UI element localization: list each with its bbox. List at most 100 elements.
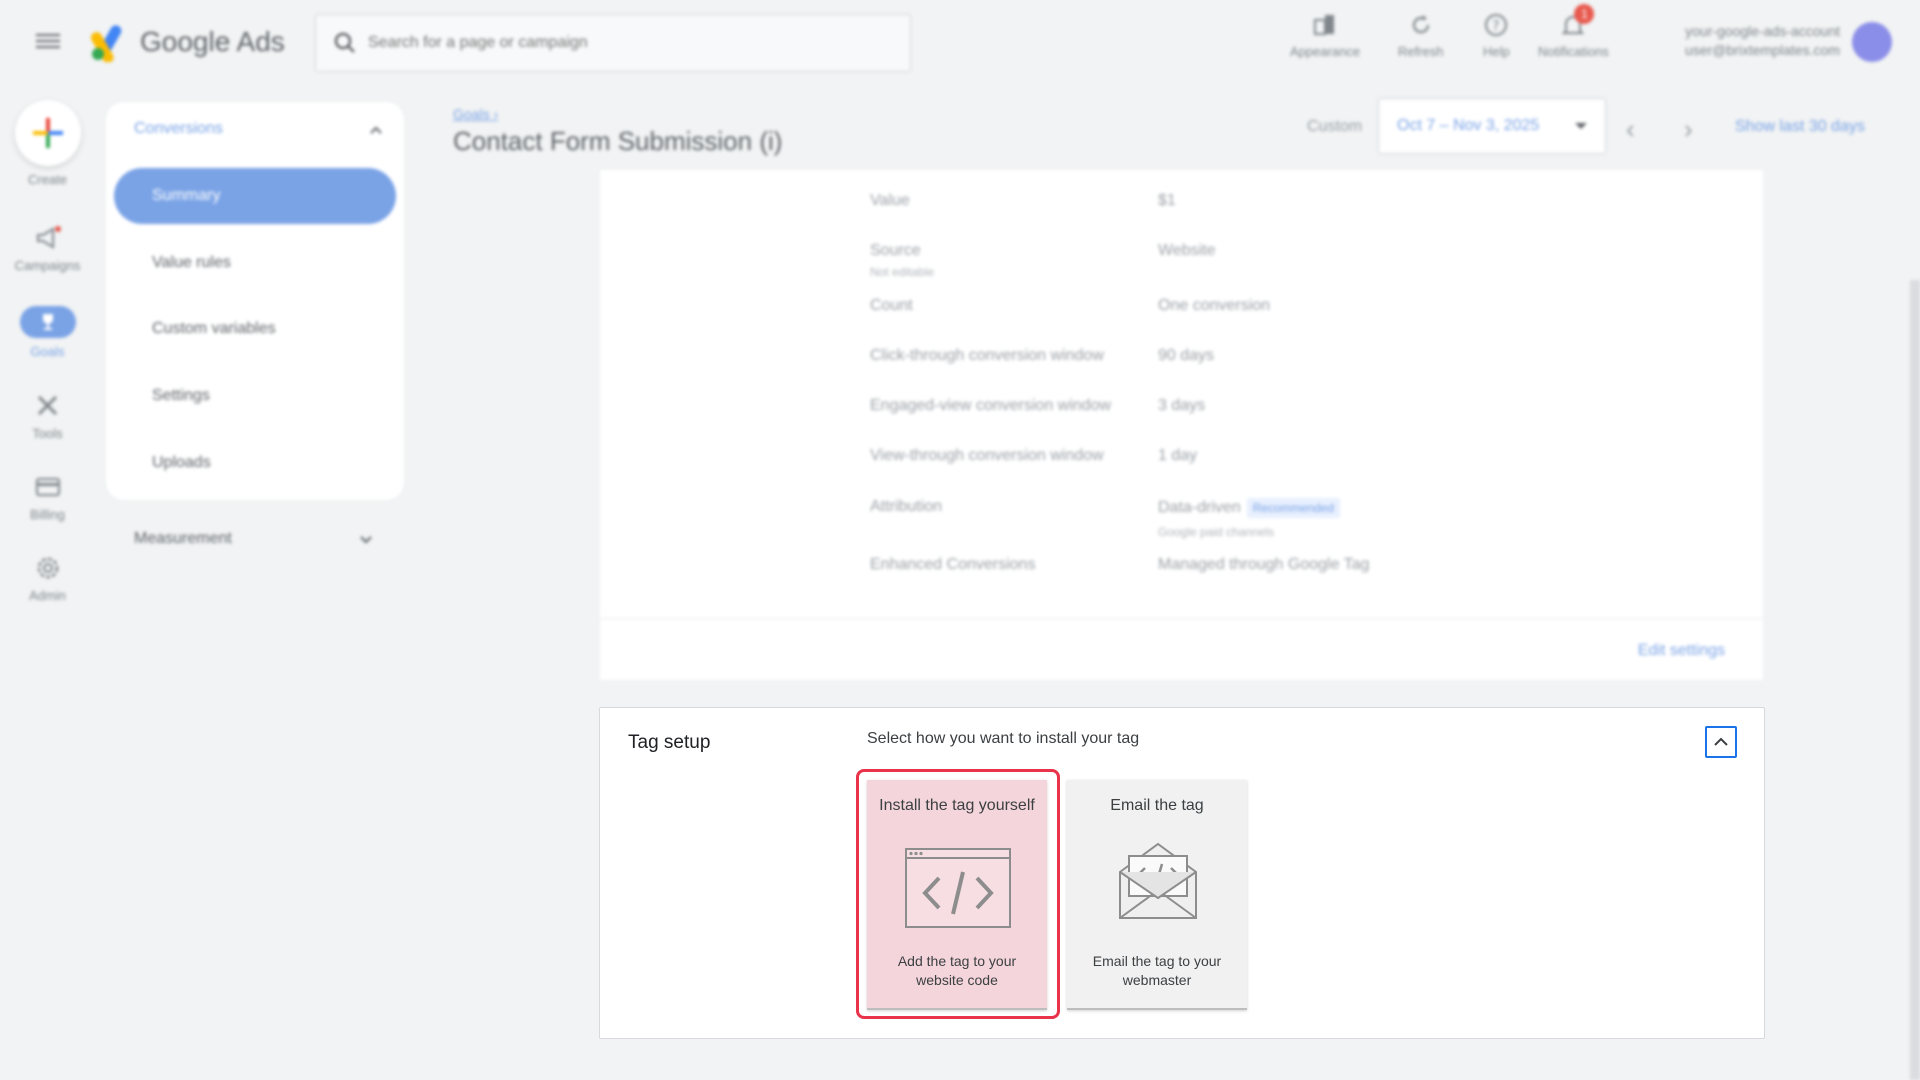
setting-value-value: $1: [1158, 192, 1176, 209]
nav-item-custom-variables[interactable]: Custom variables: [152, 320, 276, 338]
setting-value-source: Website: [1158, 242, 1216, 259]
appearance-button[interactable]: Appearance: [1290, 12, 1360, 59]
bell-icon: 1: [1560, 4, 1595, 38]
help-icon: ?: [1485, 14, 1508, 36]
setting-sub-attribution: Google paid channels: [1158, 525, 1275, 539]
app-name: Google Ads: [140, 26, 285, 57]
rail-label-tools: Tools: [32, 426, 63, 441]
rail-billing[interactable]: Billing: [0, 473, 95, 522]
appearance-icon: [1314, 15, 1335, 35]
page-scrollbar[interactable]: [1910, 280, 1920, 1080]
setting-value-click-through: 90 days: [1158, 347, 1215, 364]
option-email-tag[interactable]: Email the tag Email the tag to your webm…: [1067, 780, 1247, 1010]
setting-value-enhanced: Managed through Google Tag: [1158, 556, 1370, 573]
rail-label-goals: Goals: [30, 344, 65, 359]
date-range-picker[interactable]: Oct 7 – Nov 3, 2025: [1378, 98, 1606, 154]
rail-create[interactable]: Create: [0, 100, 95, 187]
setting-label-count: Count: [870, 297, 913, 314]
nav-section-conversions[interactable]: Conversions: [134, 120, 384, 138]
breadcrumb[interactable]: Goals ›: [453, 106, 498, 122]
search-input[interactable]: [368, 34, 888, 52]
setting-label-value: Value: [870, 192, 910, 209]
tag-setup-title: Tag setup: [628, 732, 711, 753]
google-ads-logo[interactable]: Google Ads: [90, 22, 285, 62]
refresh-icon: [1412, 15, 1429, 34]
tools-icon: [37, 395, 57, 416]
account-name: your-google-ads-account: [1685, 23, 1840, 39]
refresh-label: Refresh: [1398, 44, 1444, 59]
measurement-label: Measurement: [134, 530, 232, 547]
rail-goals[interactable]: Goals: [0, 306, 95, 359]
rail-label-billing: Billing: [30, 507, 65, 522]
collapse-button[interactable]: [1705, 726, 1737, 758]
create-button[interactable]: [14, 100, 81, 166]
setting-label-click-through: Click-through conversion window: [870, 347, 1104, 364]
breadcrumb-goals[interactable]: Goals: [453, 106, 490, 122]
chevron-up-icon: [1714, 737, 1728, 746]
edit-settings-link[interactable]: Edit settings: [1638, 642, 1725, 660]
rail-campaigns[interactable]: Campaigns: [0, 224, 95, 273]
nav-section-measurement[interactable]: Measurement: [134, 530, 374, 548]
chevron-down-icon: [360, 536, 372, 544]
notification-count: 1: [1574, 4, 1595, 24]
setting-label-engaged-view: Engaged-view conversion window: [870, 397, 1112, 414]
account-email: user@brixtemplates.com: [1684, 42, 1840, 58]
account-info[interactable]: your-google-ads-account user@brixtemplat…: [1660, 22, 1840, 60]
trophy-icon: [42, 314, 53, 330]
conversion-settings-card: Value $1 Source Not editable Website Cou…: [600, 170, 1763, 680]
plus-icon: [32, 118, 63, 148]
nav-item-value-rules[interactable]: Value rules: [152, 254, 231, 272]
recommended-badge: Recommended: [1246, 498, 1341, 518]
top-bar: Google Ads Appearance Refresh ? Help 1 N…: [0, 0, 1920, 86]
option-title: Email the tag: [1110, 797, 1204, 814]
setting-label-view-through: View-through conversion window: [870, 447, 1104, 464]
nav-item-uploads[interactable]: Uploads: [152, 454, 211, 472]
nav-section-label: Conversions: [134, 120, 223, 137]
appearance-label: Appearance: [1290, 44, 1361, 59]
google-ads-logo-icon: [91, 25, 122, 62]
nav-item-settings[interactable]: Settings: [152, 387, 210, 405]
date-range-label: Custom: [1307, 118, 1363, 135]
date-next-icon[interactable]: ›: [1684, 114, 1693, 145]
goals-pill[interactable]: [19, 306, 76, 338]
avatar[interactable]: [1852, 22, 1892, 62]
rail-admin[interactable]: Admin: [0, 554, 95, 603]
attribution-model: Data-driven: [1158, 499, 1241, 516]
rail-label-campaigns: Campaigns: [14, 258, 81, 273]
nav-item-summary[interactable]: Summary: [114, 168, 396, 224]
megaphone-icon: [36, 226, 61, 249]
notifications-label: Notifications: [1538, 44, 1609, 59]
dropdown-arrow-icon: [1575, 123, 1587, 129]
show-last-30-days-link[interactable]: Show last 30 days: [1735, 118, 1865, 136]
setting-label-source: Source: [870, 242, 921, 259]
selection-highlight: [856, 769, 1060, 1019]
search-box[interactable]: [315, 14, 911, 72]
side-nav: Conversions Summary Value rules Custom v…: [106, 102, 404, 500]
setting-value-view-through: 1 day: [1158, 447, 1198, 464]
help-label: Help: [1483, 44, 1510, 59]
rail-label-create: Create: [27, 172, 68, 187]
setting-value-engaged-view: 3 days: [1158, 397, 1206, 414]
rail-label-admin: Admin: [29, 588, 66, 603]
help-button[interactable]: ? Help: [1483, 12, 1510, 59]
credit-card-icon: [35, 478, 60, 496]
setting-value-attribution: Data-driven Recommended: [1158, 498, 1341, 518]
hamburger-menu-icon[interactable]: [36, 30, 60, 54]
option-description: Email the tag to your webmaster: [1092, 953, 1222, 988]
date-range-value: Oct 7 – Nov 3, 2025: [1397, 117, 1540, 134]
refresh-button[interactable]: Refresh: [1398, 12, 1444, 59]
divider: [600, 618, 1763, 619]
setting-label-attribution: Attribution: [870, 498, 943, 515]
notifications-button[interactable]: 1 Notifications: [1538, 4, 1609, 59]
date-prev-icon[interactable]: ‹: [1626, 114, 1635, 145]
setting-value-count: One conversion: [1158, 297, 1271, 314]
gear-icon: [37, 557, 58, 579]
svg-text:?: ?: [1493, 19, 1500, 34]
setting-sub-source: Not editable: [870, 265, 935, 279]
search-icon: [334, 32, 355, 53]
tag-setup-card: Tag setup Select how you want to install…: [599, 707, 1765, 1039]
email-code-icon: [1119, 842, 1197, 919]
rail-tools[interactable]: Tools: [0, 392, 95, 441]
tag-setup-subtitle: Select how you want to install your tag: [867, 730, 1140, 747]
chevron-up-icon: [370, 126, 382, 134]
